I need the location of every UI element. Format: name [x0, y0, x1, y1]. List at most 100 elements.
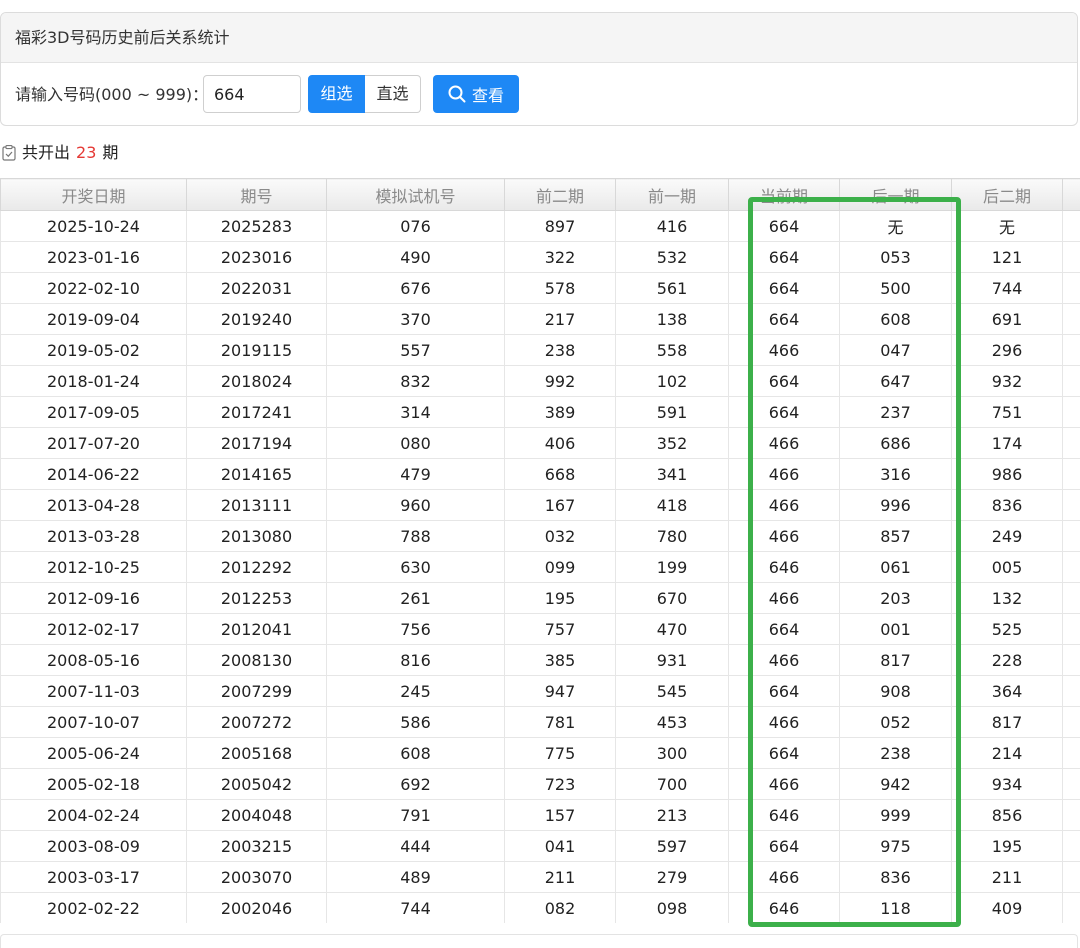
table-cell: 664: [729, 676, 840, 707]
table-cell: 700: [616, 769, 729, 800]
summary-count: 23: [76, 140, 96, 166]
table-cell: 2004048: [187, 800, 327, 831]
table-row: 2008-05-162008130816385931466817228: [1, 645, 1080, 676]
table-header-row: 开奖日期期号模拟试机号前二期前一期当前期后一期后二期: [1, 179, 1080, 211]
table-cell: 370: [327, 304, 505, 335]
column-header: 开奖日期: [1, 179, 187, 211]
table-cell: 744: [952, 273, 1063, 304]
column-header: 模拟试机号: [327, 179, 505, 211]
table-cell: 856: [952, 800, 1063, 831]
table-cell: 676: [327, 273, 505, 304]
search-button[interactable]: 查看: [433, 75, 519, 113]
table-cell: 001: [840, 614, 952, 645]
table-cell: 005: [952, 552, 1063, 583]
table-cell: 597: [616, 831, 729, 862]
table-cell: 931: [616, 645, 729, 676]
table-cell: 664: [729, 614, 840, 645]
table-cell: 646: [729, 552, 840, 583]
query-card: 福彩3D号码历史前后关系统计 请输入号码(000 ~ 999)： 组选 直选 查…: [0, 12, 1078, 126]
table-cell-extra: [1063, 645, 1080, 676]
table-cell: 195: [505, 583, 616, 614]
table-cell: 195: [952, 831, 1063, 862]
table-cell: 756: [327, 614, 505, 645]
table-cell: 2025283: [187, 211, 327, 242]
table-cell: 314: [327, 397, 505, 428]
group-select-button[interactable]: 组选: [308, 75, 365, 113]
table-cell: 2012253: [187, 583, 327, 614]
table-cell: 052: [840, 707, 952, 738]
table-cell: 300: [616, 738, 729, 769]
table-cell-extra: [1063, 583, 1080, 614]
table-cell: 098: [616, 893, 729, 924]
table-cell-extra: [1063, 335, 1080, 366]
table-cell: 118: [840, 893, 952, 924]
table-cell-extra: [1063, 831, 1080, 862]
table-cell: 217: [505, 304, 616, 335]
table-cell: 2012041: [187, 614, 327, 645]
table-cell: 2017241: [187, 397, 327, 428]
table-row: 2004-02-242004048791157213646999856: [1, 800, 1080, 831]
table-cell: 532: [616, 242, 729, 273]
table-cell: 2005-02-18: [1, 769, 187, 800]
number-input[interactable]: [203, 75, 301, 113]
table-cell: 132: [952, 583, 1063, 614]
history-table: 开奖日期期号模拟试机号前二期前一期当前期后一期后二期 2025-10-24202…: [0, 178, 1080, 923]
table-cell: 238: [505, 335, 616, 366]
table-cell: 121: [952, 242, 1063, 273]
table-cell-extra: [1063, 614, 1080, 645]
table-cell: 2019115: [187, 335, 327, 366]
table-cell: 647: [840, 366, 952, 397]
table-cell: 586: [327, 707, 505, 738]
table-cell: 664: [729, 211, 840, 242]
table-cell: 2003-08-09: [1, 831, 187, 862]
table-cell-extra: [1063, 242, 1080, 273]
table-cell: 2018024: [187, 366, 327, 397]
table-cell: 470: [616, 614, 729, 645]
table-cell: 099: [505, 552, 616, 583]
table-row: 2019-05-022019115557238558466047296: [1, 335, 1080, 366]
table-cell: 757: [505, 614, 616, 645]
result-summary: 共开出 23 期: [2, 140, 118, 166]
table-cell: 032: [505, 521, 616, 552]
table-cell: 2022031: [187, 273, 327, 304]
table-cell: 102: [616, 366, 729, 397]
table-cell: 960: [327, 490, 505, 521]
table-cell: 2013-04-28: [1, 490, 187, 521]
table-cell: 无: [952, 211, 1063, 242]
table-cell: 211: [952, 862, 1063, 893]
table-cell: 664: [729, 831, 840, 862]
table-cell: 2013080: [187, 521, 327, 552]
table-cell: 479: [327, 459, 505, 490]
table-cell: 041: [505, 831, 616, 862]
table-cell-extra: [1063, 428, 1080, 459]
table-cell: 2014-06-22: [1, 459, 187, 490]
table-cell-extra: [1063, 459, 1080, 490]
table-cell-extra: [1063, 521, 1080, 552]
table-cell: 932: [952, 366, 1063, 397]
direct-select-button[interactable]: 直选: [365, 75, 421, 113]
table-cell-extra: [1063, 211, 1080, 242]
table-cell: 238: [840, 738, 952, 769]
table-cell-extra: [1063, 893, 1080, 924]
table-row: 2014-06-222014165479668341466316986: [1, 459, 1080, 490]
table-cell: 080: [327, 428, 505, 459]
table-cell: 138: [616, 304, 729, 335]
table-cell: 213: [616, 800, 729, 831]
table-row: 2005-06-242005168608775300664238214: [1, 738, 1080, 769]
table-cell: 214: [952, 738, 1063, 769]
table-cell: 791: [327, 800, 505, 831]
table-cell: 2023016: [187, 242, 327, 273]
query-form: 请输入号码(000 ~ 999)： 组选 直选 查看: [1, 75, 1077, 115]
table-cell: 490: [327, 242, 505, 273]
table-row: 2023-01-162023016490322532664053121: [1, 242, 1080, 273]
table-cell: 2007-10-07: [1, 707, 187, 738]
table-cell: 322: [505, 242, 616, 273]
table-cell: 2002046: [187, 893, 327, 924]
table-cell: 646: [729, 893, 840, 924]
table-cell: 249: [952, 521, 1063, 552]
table-cell: 857: [840, 521, 952, 552]
table-cell: 751: [952, 397, 1063, 428]
table-cell: 2012-10-25: [1, 552, 187, 583]
table-cell: 2019-09-04: [1, 304, 187, 335]
table-cell: 664: [729, 242, 840, 273]
